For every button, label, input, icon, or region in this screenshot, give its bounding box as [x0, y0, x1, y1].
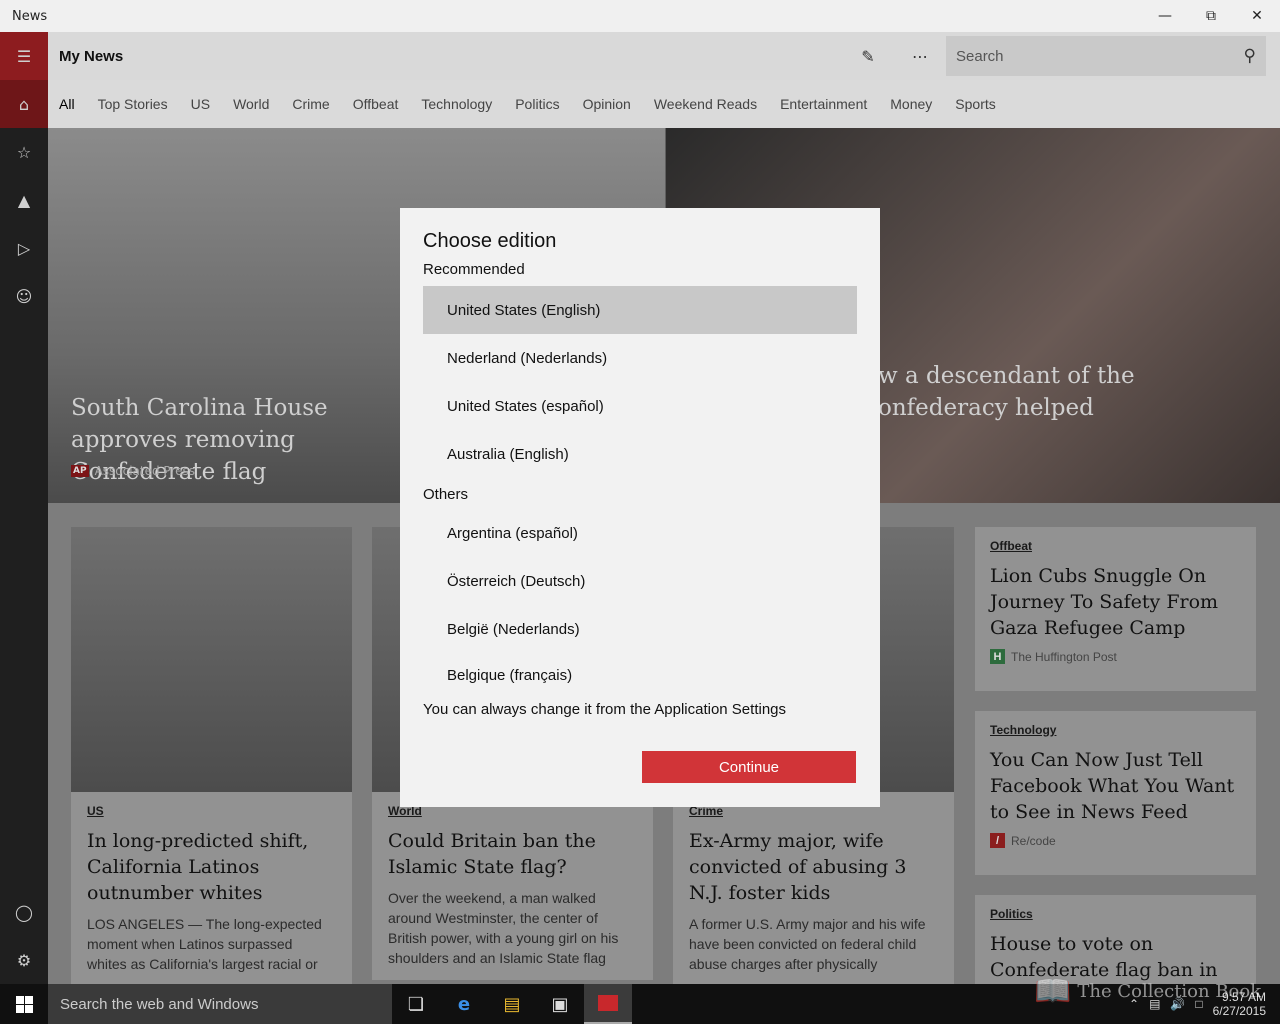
watermark: 📖 The Collection Book: [1034, 974, 1261, 1009]
book-icon: 📖: [1034, 974, 1072, 1009]
file-explorer-icon[interactable]: ▤: [488, 984, 536, 1024]
card-source-label: Re/code: [1011, 833, 1056, 848]
star-icon[interactable]: ☆: [0, 128, 48, 176]
ap-logo-icon: AP: [71, 465, 89, 477]
tab-money[interactable]: Money: [890, 96, 932, 112]
huffington-post-logo-icon: H: [990, 649, 1005, 664]
local-icon[interactable]: ▲: [0, 176, 48, 224]
card-source-label: The Huffington Post: [1011, 649, 1117, 664]
tab-offbeat[interactable]: Offbeat: [353, 96, 399, 112]
card-headline[interactable]: In long-predicted shift, California Lati…: [87, 828, 336, 906]
card-category[interactable]: Politics: [990, 907, 1241, 921]
tab-us[interactable]: US: [191, 96, 210, 112]
card-summary: Over the weekend, a man walked around We…: [388, 890, 619, 966]
taskbar-search-box[interactable]: Search the web and Windows: [48, 984, 392, 1024]
store-icon[interactable]: ▣: [536, 984, 584, 1024]
recommended-heading: Recommended: [423, 261, 525, 278]
hamburger-menu-icon[interactable]: ☰: [0, 32, 48, 80]
close-button[interactable]: ✕: [1234, 0, 1280, 32]
card-summary: A former U.S. Army major and his wife ha…: [689, 916, 926, 972]
edition-option[interactable]: België (Nederlands): [423, 605, 857, 653]
card-category[interactable]: Technology: [990, 723, 1241, 737]
pencil-icon[interactable]: ✎: [842, 32, 894, 80]
tab-politics[interactable]: Politics: [515, 96, 559, 112]
settings-note: You can always change it from the Applic…: [423, 701, 787, 718]
side-news-card[interactable]: Technology You Can Now Just Tell Faceboo…: [975, 711, 1256, 875]
side-news-card[interactable]: Offbeat Lion Cubs Snuggle On Journey To …: [975, 527, 1256, 691]
search-icon[interactable]: ⚲: [1244, 46, 1256, 66]
more-options-icon[interactable]: ⋯: [894, 32, 946, 80]
settings-gear-icon[interactable]: ⚙: [0, 936, 48, 984]
dialog-title: Choose edition: [423, 230, 557, 252]
edition-option[interactable]: United States (español): [423, 382, 857, 430]
page-title: My News: [59, 47, 124, 65]
minimize-button[interactable]: —: [1142, 0, 1188, 32]
category-tabs: All Top Stories US World Crime Offbeat T…: [48, 80, 1280, 128]
tab-top-stories[interactable]: Top Stories: [98, 96, 168, 112]
card-headline[interactable]: Could Britain ban the Islamic State flag…: [388, 828, 637, 880]
tab-crime[interactable]: Crime: [292, 96, 329, 112]
card-category[interactable]: Offbeat: [990, 539, 1241, 553]
card-category[interactable]: US: [87, 804, 336, 818]
choose-edition-dialog: Choose edition Recommended United States…: [400, 208, 880, 807]
edition-option[interactable]: United States (English): [423, 286, 857, 334]
tab-technology[interactable]: Technology: [421, 96, 492, 112]
sidebar: ☰ ⌂ ☆ ▲ ▷ ☺ ◯ ⚙: [0, 32, 48, 984]
card-summary: LOS ANGELES — The long-expected moment w…: [87, 916, 322, 972]
app-header: My News ✎ ⋯ ⚲: [48, 32, 1280, 80]
account-icon[interactable]: ◯: [0, 888, 48, 936]
recode-logo-icon: /: [990, 833, 1005, 848]
side-news-card[interactable]: Politics House to vote on Confederate fl…: [975, 895, 1256, 984]
card-source: / Re/code: [990, 833, 1241, 848]
others-list: Argentina (español) Österreich (Deutsch)…: [423, 509, 857, 697]
tab-opinion[interactable]: Opinion: [583, 96, 631, 112]
tab-entertainment[interactable]: Entertainment: [780, 96, 867, 112]
search-input[interactable]: [956, 47, 1244, 65]
tab-world[interactable]: World: [233, 96, 269, 112]
recommended-list: United States (English) Nederland (Neder…: [423, 286, 857, 478]
task-view-icon[interactable]: ❏: [392, 984, 440, 1024]
tab-sports[interactable]: Sports: [955, 96, 995, 112]
hero-left-source: AP Associated Press: [71, 464, 195, 478]
start-button[interactable]: [0, 984, 48, 1024]
hero-right-caption[interactable]: w a descendant of the onfederacy helped: [878, 360, 1138, 424]
smiley-icon[interactable]: ☺: [0, 272, 48, 320]
watermark-text: The Collection Book: [1077, 981, 1262, 1002]
restore-button[interactable]: ⧉: [1188, 0, 1234, 32]
edition-option[interactable]: Nederland (Nederlands): [423, 334, 857, 382]
card-headline[interactable]: Ex-Army major, wife convicted of abusing…: [689, 828, 938, 906]
card-image: [71, 527, 352, 792]
others-heading: Others: [423, 486, 469, 503]
news-card[interactable]: US In long-predicted shift, California L…: [71, 527, 352, 986]
window-title: News: [12, 8, 48, 24]
tab-all[interactable]: All: [59, 96, 75, 112]
edition-option[interactable]: Argentina (español): [423, 509, 857, 557]
edge-browser-icon[interactable]: e: [440, 984, 488, 1024]
edition-option[interactable]: Belgique (français): [423, 653, 857, 697]
edition-option[interactable]: Österreich (Deutsch): [423, 557, 857, 605]
home-icon[interactable]: ⌂: [0, 80, 48, 128]
title-bar: News — ⧉ ✕: [0, 0, 1280, 32]
news-app-taskbar-icon[interactable]: [584, 984, 632, 1024]
card-source: H The Huffington Post: [990, 649, 1241, 664]
taskbar-search-text: Search the web and Windows: [60, 995, 259, 1013]
video-icon[interactable]: ▷: [0, 224, 48, 272]
windows-logo-icon: [15, 995, 33, 1013]
tab-weekend-reads[interactable]: Weekend Reads: [654, 96, 757, 112]
search-box[interactable]: ⚲: [946, 36, 1266, 76]
edition-option[interactable]: Australia (English): [423, 430, 857, 478]
card-headline[interactable]: You Can Now Just Tell Facebook What You …: [990, 747, 1241, 825]
continue-button[interactable]: Continue: [642, 751, 856, 783]
card-headline[interactable]: Lion Cubs Snuggle On Journey To Safety F…: [990, 563, 1241, 641]
hero-left-source-label: Associated Press: [94, 464, 196, 478]
